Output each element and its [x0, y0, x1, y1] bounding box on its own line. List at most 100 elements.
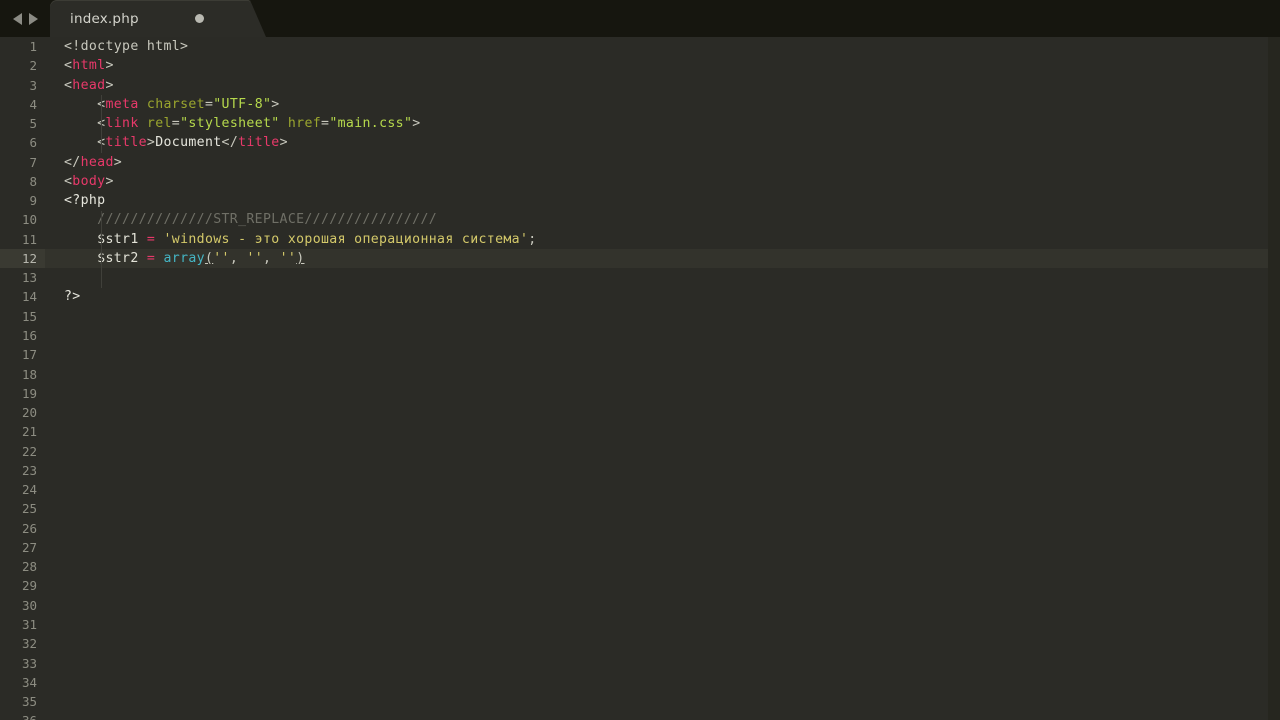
- line-content[interactable]: ?>: [45, 287, 1268, 306]
- line-content[interactable]: [45, 654, 1268, 673]
- code-line[interactable]: 9 <?php: [0, 191, 1268, 210]
- line-number: 25: [21, 501, 37, 517]
- line-content[interactable]: [45, 499, 1268, 518]
- arrow-right-icon[interactable]: [28, 12, 38, 25]
- line-content[interactable]: [45, 422, 1268, 441]
- line-content[interactable]: <?php: [45, 191, 1268, 210]
- code-line[interactable]: 33: [0, 654, 1268, 673]
- line-content[interactable]: <head>: [45, 76, 1268, 95]
- line-number: 35: [21, 694, 37, 710]
- line-content[interactable]: [45, 268, 1268, 287]
- line-content[interactable]: [45, 576, 1268, 595]
- line-content[interactable]: <link rel="stylesheet" href="main.css">: [45, 114, 1268, 133]
- line-content[interactable]: <body>: [45, 172, 1268, 191]
- line-number: 24: [21, 482, 37, 498]
- line-content[interactable]: </head>: [45, 153, 1268, 172]
- token-tag: title: [105, 135, 147, 151]
- code-line[interactable]: 15: [0, 307, 1268, 326]
- code-line[interactable]: 8 <body>: [0, 172, 1268, 191]
- line-content[interactable]: [45, 519, 1268, 538]
- line-content[interactable]: [45, 442, 1268, 461]
- line-content[interactable]: <title>Document</title>: [45, 133, 1268, 152]
- line-content[interactable]: [45, 403, 1268, 422]
- line-content[interactable]: <!doctype html>: [45, 37, 1268, 56]
- token-punc: [280, 116, 288, 131]
- code-line[interactable]: 34: [0, 673, 1268, 692]
- line-number: 33: [21, 655, 37, 671]
- line-content[interactable]: [45, 461, 1268, 480]
- code-line[interactable]: 23: [0, 461, 1268, 480]
- line-content[interactable]: <meta charset="UTF-8">: [45, 95, 1268, 114]
- line-content[interactable]: [45, 692, 1268, 711]
- line-content[interactable]: [45, 384, 1268, 403]
- line-content[interactable]: [45, 365, 1268, 384]
- token-var: $str1: [64, 231, 147, 247]
- token-punc: <: [64, 96, 106, 112]
- code-line[interactable]: 2 <html>: [0, 56, 1268, 75]
- code-line[interactable]: 7 </head>: [0, 153, 1268, 172]
- code-line[interactable]: 3 <head>: [0, 76, 1268, 95]
- code-line[interactable]: 16: [0, 326, 1268, 345]
- code-line[interactable]: 18: [0, 365, 1268, 384]
- code-line[interactable]: 36: [0, 711, 1268, 720]
- line-content[interactable]: [45, 596, 1268, 615]
- line-content[interactable]: [45, 711, 1268, 720]
- line-content[interactable]: $str2 = array('', '', ''): [45, 248, 1268, 269]
- unsaved-dot-icon[interactable]: [194, 14, 204, 23]
- code-line[interactable]: 19: [0, 384, 1268, 403]
- line-number: 26: [21, 520, 37, 536]
- code-line[interactable]: 24: [0, 480, 1268, 499]
- code-line[interactable]: 27: [0, 538, 1268, 557]
- line-content[interactable]: [45, 345, 1268, 364]
- token-str: 'windows - это хорошая операционная сист…: [155, 231, 529, 247]
- arrow-left-icon[interactable]: [12, 12, 22, 25]
- line-content[interactable]: $str1 = 'windows - это хорошая операцион…: [45, 230, 1268, 249]
- code-editor-window: index.php 1 <!doctype html> 2 <html> 3 <head>…: [0, 0, 1280, 720]
- line-number: 14: [21, 289, 37, 305]
- code-line[interactable]: 6 <title>Document</title>: [0, 133, 1268, 152]
- code-line[interactable]: 5 <link rel="stylesheet" href="main.css"…: [0, 114, 1268, 133]
- code-line[interactable]: 1 <!doctype html>: [0, 37, 1268, 56]
- tab-index-php[interactable]: index.php: [50, 0, 266, 37]
- code-line[interactable]: 28: [0, 557, 1268, 576]
- line-content[interactable]: [45, 538, 1268, 557]
- line-content[interactable]: [45, 557, 1268, 576]
- code-line[interactable]: 25: [0, 499, 1268, 518]
- code-line[interactable]: 13: [0, 268, 1268, 287]
- code-line[interactable]: 12 $str2 = array('', '', ''): [0, 248, 1268, 269]
- tab-nav-arrows[interactable]: [0, 0, 50, 37]
- token-tag: body: [72, 173, 106, 189]
- code-line[interactable]: 26: [0, 519, 1268, 538]
- line-content[interactable]: <html>: [45, 56, 1268, 75]
- token-tag: title: [238, 135, 280, 151]
- code-line[interactable]: 11 $str1 = 'windows - это хорошая операц…: [0, 230, 1268, 249]
- line-content[interactable]: [45, 307, 1268, 326]
- code-line[interactable]: 35: [0, 692, 1268, 711]
- code-line[interactable]: 29: [0, 576, 1268, 595]
- code-line[interactable]: 4 <meta charset="UTF-8">: [0, 95, 1268, 114]
- line-number: 11: [21, 231, 37, 247]
- line-number: 16: [21, 327, 37, 343]
- line-number: 20: [21, 405, 37, 421]
- code-line[interactable]: 14 ?>: [0, 287, 1268, 306]
- editor-right-strip[interactable]: [1268, 37, 1280, 720]
- code-line[interactable]: 21: [0, 422, 1268, 441]
- editor-surface[interactable]: 1 <!doctype html> 2 <html> 3 <head> 4 <meta ch…: [0, 37, 1268, 720]
- code-line[interactable]: 17: [0, 345, 1268, 364]
- token-punc: </: [221, 135, 239, 151]
- line-content[interactable]: [45, 634, 1268, 653]
- line-content[interactable]: [45, 480, 1268, 499]
- code-line[interactable]: 22: [0, 442, 1268, 461]
- code-line[interactable]: 20: [0, 403, 1268, 422]
- code-line[interactable]: 31: [0, 615, 1268, 634]
- token-punc: =: [204, 96, 214, 112]
- token-val: "main.css": [329, 116, 413, 132]
- line-content[interactable]: [45, 673, 1268, 692]
- code-line[interactable]: 32: [0, 634, 1268, 653]
- line-content[interactable]: [45, 326, 1268, 345]
- code-line[interactable]: 10 //////////////STR_REPLACE////////////…: [0, 210, 1268, 229]
- line-number: 3: [29, 77, 37, 93]
- line-content[interactable]: [45, 615, 1268, 634]
- line-content[interactable]: //////////////STR_REPLACE///////////////…: [45, 210, 1268, 229]
- code-line[interactable]: 30: [0, 596, 1268, 615]
